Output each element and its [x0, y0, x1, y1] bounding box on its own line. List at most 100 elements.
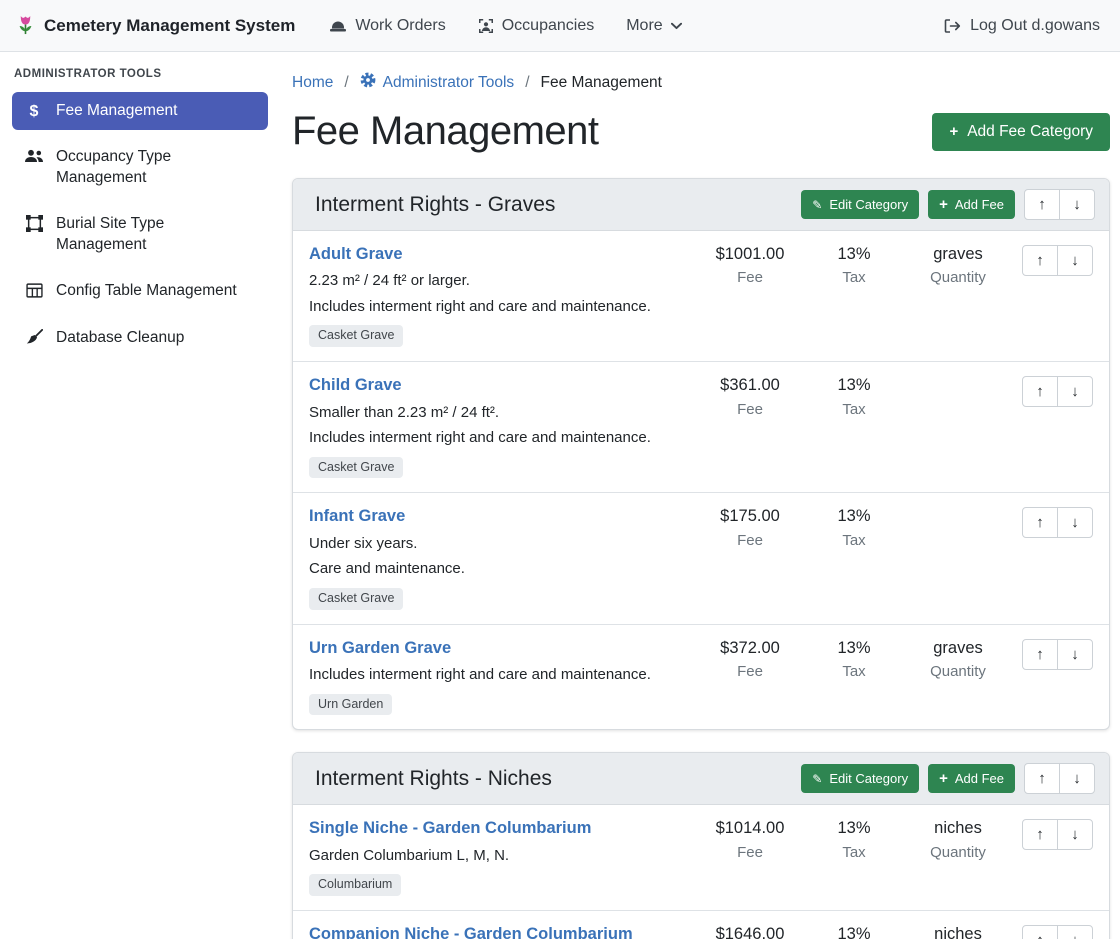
move-fee-up-button[interactable]: ↑	[1022, 819, 1058, 850]
category-title: Interment Rights - Niches	[307, 767, 792, 791]
fee-row: Adult Grave 2.23 m² / 24 ft² or larger. …	[293, 231, 1109, 362]
fee-reorder-buttons: ↑ ↓	[1022, 245, 1093, 276]
fee-name-link[interactable]: Child Grave	[309, 375, 402, 396]
add-fee-category-button[interactable]: + Add Fee Category	[932, 113, 1110, 151]
fee-name-link[interactable]: Infant Grave	[309, 506, 405, 527]
down-arrow-icon: ↓	[1071, 383, 1079, 400]
fee-description: Garden Columbarium L, M, N.	[309, 846, 688, 866]
move-category-up-button[interactable]: ↑	[1024, 189, 1060, 220]
add-fee-button[interactable]: + Add Fee	[928, 764, 1015, 793]
navbar-links: Work Orders Occupancies More	[313, 9, 697, 43]
up-arrow-icon: ↑	[1036, 514, 1044, 531]
fee-tax-column: 13% Tax	[802, 818, 906, 860]
fee-type-tag: Columbarium	[309, 874, 401, 896]
category-reorder-buttons: ↑ ↓	[1024, 189, 1095, 220]
breadcrumb-home-link[interactable]: Home	[292, 74, 333, 92]
fee-description: Includes interment right and care and ma…	[309, 665, 688, 685]
fee-quantity: niches	[906, 924, 1010, 939]
fee-info: Single Niche - Garden Columbarium Garden…	[309, 818, 698, 896]
move-fee-up-button[interactable]: ↑	[1022, 639, 1058, 670]
sidebar-item-config-table-management[interactable]: Config Table Management	[12, 272, 268, 310]
fee-row: Single Niche - Garden Columbarium Garden…	[293, 805, 1109, 911]
fee-amount-label: Fee	[698, 844, 802, 861]
fee-reorder-buttons: ↑ ↓	[1022, 925, 1093, 939]
fee-amount: $1646.00	[698, 924, 802, 939]
fee-info: Urn Garden Grave Includes interment righ…	[309, 638, 698, 716]
move-fee-down-button[interactable]: ↓	[1057, 507, 1093, 538]
up-arrow-icon: ↑	[1036, 383, 1044, 400]
fee-quantity: graves	[906, 638, 1010, 659]
down-arrow-icon: ↓	[1071, 252, 1079, 269]
app-brand[interactable]: Cemetery Management System	[16, 14, 295, 37]
nav-item-more[interactable]: More	[610, 9, 697, 43]
fee-tax-column: 13% Tax	[802, 244, 906, 286]
fee-name-link[interactable]: Urn Garden Grave	[309, 638, 451, 659]
edit-category-button[interactable]: ✎ Edit Category	[801, 764, 919, 793]
logout-link[interactable]: Log Out d.gowans	[939, 9, 1104, 43]
move-fee-down-button[interactable]: ↓	[1057, 925, 1093, 939]
sidebar-item-burial-site-type-management[interactable]: Burial Site Type Management	[12, 205, 268, 264]
chevron-down-icon	[671, 22, 682, 30]
fee-info: Adult Grave 2.23 m² / 24 ft² or larger. …	[309, 244, 698, 347]
move-category-up-button[interactable]: ↑	[1024, 763, 1060, 794]
fee-name-link[interactable]: Companion Niche - Garden Columbarium	[309, 924, 633, 939]
fee-tax: 13%	[802, 244, 906, 265]
move-fee-down-button[interactable]: ↓	[1057, 245, 1093, 276]
fee-quantity: niches	[906, 818, 1010, 839]
down-arrow-icon: ↓	[1073, 770, 1081, 787]
fee-quantity-label: Quantity	[906, 844, 1010, 861]
up-arrow-icon: ↑	[1038, 770, 1046, 787]
fee-amount-label: Fee	[698, 663, 802, 680]
add-fee-button[interactable]: + Add Fee	[928, 190, 1015, 219]
fee-tax: 13%	[802, 375, 906, 396]
fee-info: Child Grave Smaller than 2.23 m² / 24 ft…	[309, 375, 698, 478]
fee-quantity-column: niches Quantity	[906, 924, 1010, 939]
sidebar-item-label: Burial Site Type Management	[56, 214, 256, 255]
move-fee-up-button[interactable]: ↑	[1022, 245, 1058, 276]
move-fee-up-button[interactable]: ↑	[1022, 925, 1058, 939]
move-category-down-button[interactable]: ↓	[1059, 763, 1095, 794]
move-fee-up-button[interactable]: ↑	[1022, 507, 1058, 538]
vector-square-icon	[24, 215, 44, 232]
breadcrumb-admin-tools-link[interactable]: Administrator Tools	[360, 72, 515, 93]
fee-tax-label: Tax	[802, 663, 906, 680]
move-fee-down-button[interactable]: ↓	[1057, 819, 1093, 850]
fee-quantity-column: graves Quantity	[906, 638, 1010, 680]
sidebar: ADMINISTRATOR TOOLS $ Fee Management Occ…	[0, 52, 280, 939]
fee-quantity-column: niches Quantity	[906, 818, 1010, 860]
up-arrow-icon: ↑	[1036, 646, 1044, 663]
fee-amount-column: $1001.00 Fee	[698, 244, 802, 286]
move-fee-up-button[interactable]: ↑	[1022, 376, 1058, 407]
sidebar-item-database-cleanup[interactable]: Database Cleanup	[12, 319, 268, 357]
up-arrow-icon: ↑	[1036, 932, 1044, 939]
fee-description: Under six years.	[309, 534, 688, 554]
fee-tax-label: Tax	[802, 401, 906, 418]
breadcrumb: Home / Administrator Tools / Fee Managem…	[292, 72, 1110, 93]
fee-type-tag: Casket Grave	[309, 325, 403, 347]
category-title: Interment Rights - Graves	[307, 193, 792, 217]
fee-name-link[interactable]: Single Niche - Garden Columbarium	[309, 818, 591, 839]
page-header: Fee Management + Add Fee Category	[292, 109, 1110, 154]
fee-tax-column: 13% Tax	[802, 506, 906, 548]
sidebar-item-occupancy-type-management[interactable]: Occupancy Type Management	[12, 138, 268, 197]
table-icon	[24, 282, 44, 299]
up-arrow-icon: ↑	[1036, 252, 1044, 269]
sidebar-item-label: Occupancy Type Management	[56, 147, 256, 188]
person-bounding-box-icon	[478, 18, 494, 34]
edit-category-button[interactable]: ✎ Edit Category	[801, 190, 919, 219]
nav-item-work-orders[interactable]: Work Orders	[313, 9, 461, 43]
move-fee-down-button[interactable]: ↓	[1057, 639, 1093, 670]
edit-category-label: Edit Category	[829, 197, 908, 212]
fee-amount-column: $1646.00 Fee	[698, 924, 802, 939]
fee-amount: $361.00	[698, 375, 802, 396]
move-fee-down-button[interactable]: ↓	[1057, 376, 1093, 407]
nav-item-occupancies[interactable]: Occupancies	[462, 9, 611, 43]
fee-name-link[interactable]: Adult Grave	[309, 244, 403, 265]
down-arrow-icon: ↓	[1071, 514, 1079, 531]
sidebar-item-fee-management[interactable]: $ Fee Management	[12, 92, 268, 130]
fee-amount-label: Fee	[698, 532, 802, 549]
breadcrumb-separator: /	[344, 74, 348, 92]
move-category-down-button[interactable]: ↓	[1059, 189, 1095, 220]
pencil-icon: ✎	[812, 773, 822, 785]
fee-amount-column: $1014.00 Fee	[698, 818, 802, 860]
